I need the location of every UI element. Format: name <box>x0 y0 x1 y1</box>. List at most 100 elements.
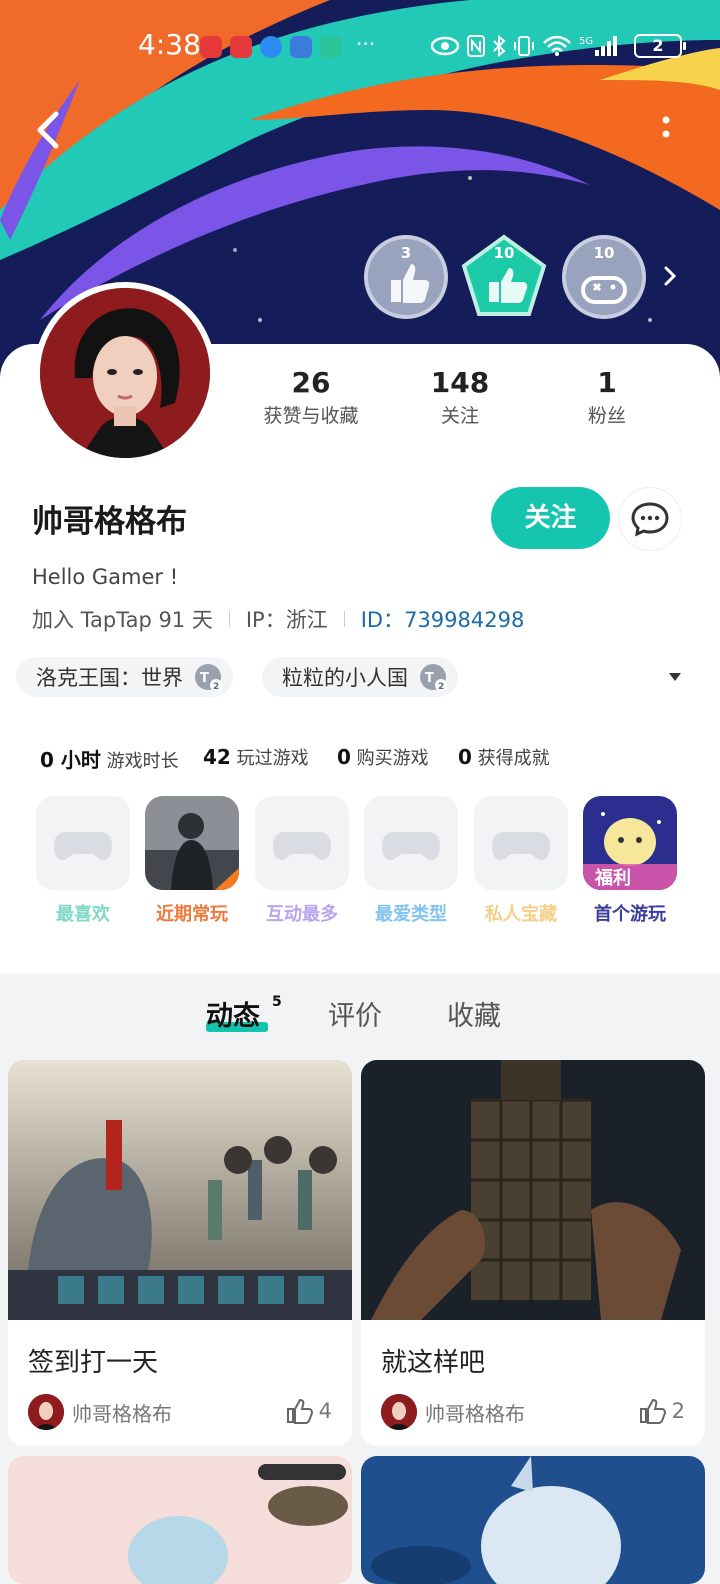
game-stat-value: 0 <box>458 745 472 769</box>
wifi-icon <box>543 35 571 56</box>
stat-followers[interactable]: 1 粉丝 <box>537 366 677 428</box>
game-chip[interactable]: 洛克王国：世界 T2 <box>16 657 233 697</box>
stat-likes[interactable]: 26 获赞与收藏 <box>241 366 381 428</box>
status-bar: 4:38 ··· 5G 2 <box>0 24 720 68</box>
game-stat-played: 42 玩过游戏 <box>203 744 309 770</box>
post-likes[interactable]: 2 <box>638 1398 685 1424</box>
game-chip[interactable]: 粒粒的小人国 T2 <box>262 657 458 697</box>
game-tile-label: 最爱类型 <box>375 904 447 925</box>
post-title: 就这样吧 <box>381 1348 486 1378</box>
user-id[interactable]: ID：739984298 <box>361 604 525 634</box>
post-image <box>361 1060 705 1320</box>
game-stat-label: 游戏时长 <box>106 751 179 772</box>
back-button[interactable] <box>30 108 70 152</box>
join-info: 加入 TapTap 91 天 <box>32 608 213 632</box>
nfc-icon <box>467 35 485 57</box>
author-name: 帅哥格格布 <box>72 1401 172 1426</box>
message-button[interactable] <box>619 488 681 550</box>
author-avatar <box>28 1394 64 1430</box>
game-tile-first[interactable]: 福利 <box>583 796 677 890</box>
svg-text:T: T <box>425 671 434 686</box>
post-card[interactable]: 就这样吧 帅哥格格布 2 <box>361 1060 705 1446</box>
game-stat-label: 获得成就 <box>477 748 550 769</box>
notification-app-icon <box>320 36 342 58</box>
game-tile-interactive[interactable] <box>255 796 349 890</box>
divider <box>228 611 230 627</box>
badge-level: 10 <box>593 244 615 262</box>
post-likes[interactable]: 4 <box>285 1398 332 1424</box>
dropdown-arrow-icon[interactable] <box>668 672 682 682</box>
svg-text:T: T <box>200 671 209 686</box>
more-options-button[interactable] <box>656 112 676 148</box>
stat-label: 粉丝 <box>587 405 626 427</box>
stat-value: 148 <box>430 366 490 399</box>
game-tile-favorite[interactable] <box>36 796 130 890</box>
profile-name: 帅哥格格布 <box>32 504 187 540</box>
game-tile-label: 最喜欢 <box>56 904 110 925</box>
game-tile-label: 近期常玩 <box>156 904 228 925</box>
stat-label: 关注 <box>440 405 479 427</box>
thumbs-up-icon <box>639 1398 666 1424</box>
game-stat-playtime: 0 小时 游戏时长 <box>40 744 179 773</box>
post-card[interactable] <box>361 1456 705 1584</box>
post-title: 签到打一天 <box>28 1348 159 1378</box>
avatar-photo <box>40 288 210 458</box>
post-card[interactable] <box>8 1456 352 1584</box>
tab-feed[interactable]: 动态 <box>206 994 260 1033</box>
more-notifications-icon: ··· <box>356 32 376 56</box>
divider <box>343 611 345 627</box>
eye-icon <box>430 36 460 56</box>
game-stat-value: 0 <box>337 745 351 769</box>
chevron-right-icon[interactable] <box>660 262 680 290</box>
game-cover-egg: 福利 <box>583 796 677 890</box>
post-author: 帅哥格格布 <box>28 1394 172 1430</box>
status-time: 4:38 <box>138 28 201 61</box>
svg-text:2: 2 <box>438 682 444 692</box>
post-image <box>8 1060 352 1320</box>
game-tile-genre[interactable] <box>364 796 458 890</box>
follow-button[interactable]: 关注 <box>491 487 610 549</box>
profile-page: 4:38 ··· 5G 2 3 10 10 26 获赞与收藏 148 关注 1 … <box>0 0 720 1584</box>
post-card[interactable]: 签到打一天 帅哥格格布 4 <box>8 1060 352 1446</box>
game-tile-label: 私人宝藏 <box>485 904 557 925</box>
game-tile-label: 首个游玩 <box>594 904 666 925</box>
stat-value: 26 <box>291 366 331 399</box>
notification-app-icon <box>290 36 312 58</box>
post-image-game-battle <box>8 1060 352 1320</box>
status-system-icons: 5G <box>430 34 619 58</box>
notification-app-icon <box>230 36 252 58</box>
post-image-anime-character <box>8 1456 352 1584</box>
game-level-icon: T2 <box>420 664 447 692</box>
game-stat-value: 0 小时 <box>40 748 101 772</box>
badge-thumbs-up-gold[interactable]: 10 <box>461 234 547 320</box>
author-avatar <box>381 1394 417 1430</box>
svg-text:5G: 5G <box>579 36 593 47</box>
tab-favorites[interactable]: 收藏 <box>447 994 501 1033</box>
game-tile-treasure[interactable] <box>474 796 568 890</box>
post-image-unicorn <box>361 1456 705 1584</box>
tab-feed-count: 5 <box>272 994 282 1010</box>
game-tile-recent[interactable] <box>145 796 239 890</box>
game-tile-label: 互动最多 <box>266 904 338 925</box>
tab-reviews[interactable]: 评价 <box>328 994 382 1033</box>
game-chip-label: 洛克王国：世界 <box>36 666 183 690</box>
avatar[interactable] <box>34 282 216 464</box>
gamepad-icon <box>474 796 568 890</box>
status-notification-icons <box>200 36 342 58</box>
gamepad-icon <box>364 796 458 890</box>
battery-indicator: 2 <box>634 34 686 58</box>
game-stat-label: 购买游戏 <box>356 748 429 769</box>
stat-label: 获赞与收藏 <box>263 405 359 427</box>
game-stat-label: 玩过游戏 <box>236 748 309 769</box>
badge-thumbs-up[interactable]: 3 <box>363 234 449 320</box>
ip-location: IP：浙江 <box>245 608 328 632</box>
game-chip-label: 粒粒的小人国 <box>282 666 408 690</box>
notification-app-icon <box>200 36 222 58</box>
profile-meta: 加入 TapTap 91 天 IP：浙江 ID：739984298 <box>32 604 524 634</box>
badge-gamepad[interactable]: 10 <box>561 234 647 320</box>
game-stat-purchased: 0 购买游戏 <box>337 744 429 770</box>
game-cover-soldier <box>145 796 239 890</box>
welfare-label: 福利 <box>594 867 631 889</box>
like-count: 4 <box>318 1399 332 1423</box>
stat-following[interactable]: 148 关注 <box>390 366 530 428</box>
